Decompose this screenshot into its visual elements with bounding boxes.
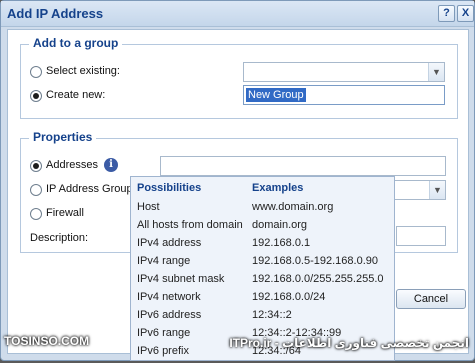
- ip-address-group-radio[interactable]: [30, 184, 42, 196]
- chevron-down-icon[interactable]: ▼: [429, 181, 445, 199]
- dialog-title: Add IP Address: [7, 6, 104, 21]
- possibility-example: domain.org: [252, 219, 308, 231]
- description-label: Description:: [30, 232, 89, 244]
- possibility-name: IPv4 address: [137, 237, 202, 249]
- watermark-right: انجمن تخصصی فناوری اطلاعات - ITPro.ir: [229, 336, 469, 350]
- watermark: TOSINSO.COM انجمن تخصصی فناوری اطلاعات -…: [0, 332, 475, 361]
- close-button[interactable]: X: [457, 5, 474, 22]
- possibility-row: All hosts from domain domain.org: [131, 219, 394, 237]
- possibility-example: 192.168.0.1: [252, 237, 311, 249]
- possibility-name: All hosts from domain: [137, 219, 243, 231]
- ip-address-group-label: IP Address Group: [46, 183, 133, 195]
- addresses-input[interactable]: [160, 156, 446, 176]
- possibilities-header: Possibilities: [137, 182, 202, 194]
- addresses-label: Addresses: [46, 159, 98, 171]
- possibility-row: IPv4 subnet mask 192.168.0.0/255.255.255…: [131, 273, 394, 291]
- possibility-row: IPv6 address 12:34::2: [131, 309, 394, 327]
- info-icon[interactable]: i: [104, 158, 118, 172]
- possibility-row: IPv4 range 192.168.0.5-192.168.0.90: [131, 255, 394, 273]
- dialog-titlebar[interactable]: Add IP Address ? X: [1, 1, 474, 27]
- select-existing-combo[interactable]: ▼: [243, 62, 445, 82]
- firewall-label: Firewall: [46, 207, 84, 219]
- possibility-example: www.domain.org: [252, 201, 334, 213]
- addresses-radio[interactable]: [30, 160, 42, 172]
- examples-header: Examples: [252, 182, 304, 194]
- firewall-radio[interactable]: [30, 208, 42, 220]
- possibility-name: IPv4 network: [137, 291, 201, 303]
- cancel-button[interactable]: Cancel: [396, 289, 466, 309]
- description-input[interactable]: [396, 226, 446, 246]
- possibility-row: Host www.domain.org: [131, 201, 394, 219]
- watermark-left: TOSINSO.COM: [4, 334, 90, 348]
- chevron-down-icon[interactable]: ▼: [428, 63, 444, 81]
- possibility-name: IPv4 range: [137, 255, 191, 267]
- possibility-example: 12:34::2: [252, 309, 292, 321]
- select-existing-radio[interactable]: [30, 66, 42, 78]
- possibility-name: IPv4 subnet mask: [137, 273, 225, 285]
- possibility-example: 192.168.0.0/24: [252, 291, 326, 303]
- help-button[interactable]: ?: [438, 5, 455, 22]
- create-new-radio[interactable]: [30, 90, 42, 102]
- create-new-input[interactable]: New Group: [243, 85, 445, 105]
- select-existing-label: Select existing:: [46, 65, 120, 77]
- possibility-example: 192.168.0.0/255.255.255.0: [252, 273, 384, 285]
- create-new-label: Create new:: [46, 89, 106, 101]
- possibility-example: 192.168.0.5-192.168.0.90: [252, 255, 379, 267]
- possibility-row: IPv4 network 192.168.0.0/24: [131, 291, 394, 309]
- possibility-name: Host: [137, 201, 160, 213]
- create-new-value: New Group: [246, 88, 306, 102]
- possibility-name: IPv6 address: [137, 309, 202, 321]
- add-to-group-legend: Add to a group: [29, 36, 123, 50]
- properties-legend: Properties: [29, 130, 97, 144]
- possibility-row: IPv4 address 192.168.0.1: [131, 237, 394, 255]
